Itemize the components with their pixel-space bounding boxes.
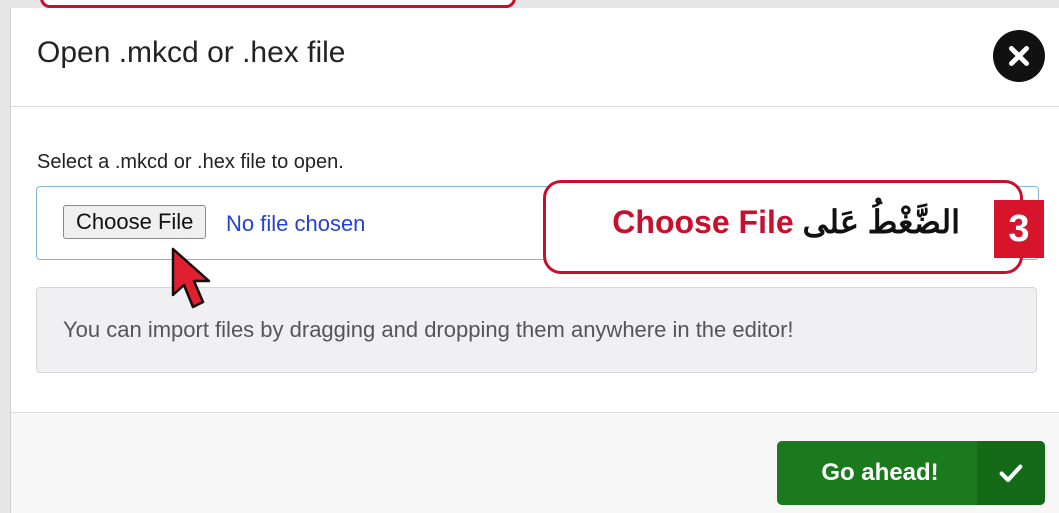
- info-text: You can import files by dragging and dro…: [63, 317, 794, 342]
- checkmark-icon: [977, 441, 1045, 505]
- choose-file-button[interactable]: Choose File: [63, 205, 207, 239]
- file-status: No file chosen: [226, 211, 366, 236]
- close-button[interactable]: [993, 30, 1045, 82]
- annotation-text-red: Choose File: [612, 204, 794, 240]
- dialog-header: Open .mkcd or .hex file: [11, 8, 1059, 107]
- annotation-text: Choose File الضَّغْطُ عَلى: [612, 203, 960, 241]
- file-prompt: Select a .mkcd or .hex file to open.: [37, 151, 344, 173]
- annotation-callout: Choose File الضَّغْطُ عَلى: [543, 180, 1023, 274]
- annotation-top-frame: [40, 0, 516, 8]
- close-icon: [1008, 45, 1030, 67]
- go-ahead-label: Go ahead!: [821, 459, 939, 486]
- dialog-footer: Go ahead!: [11, 412, 1059, 513]
- pointer-cursor-icon: [171, 247, 211, 309]
- step-number-badge: 3: [994, 200, 1044, 258]
- annotation-text-black: الضَّغْطُ عَلى: [802, 204, 960, 240]
- dialog-title: Open .mkcd or .hex file: [37, 36, 346, 69]
- go-ahead-button[interactable]: Go ahead!: [777, 441, 1045, 505]
